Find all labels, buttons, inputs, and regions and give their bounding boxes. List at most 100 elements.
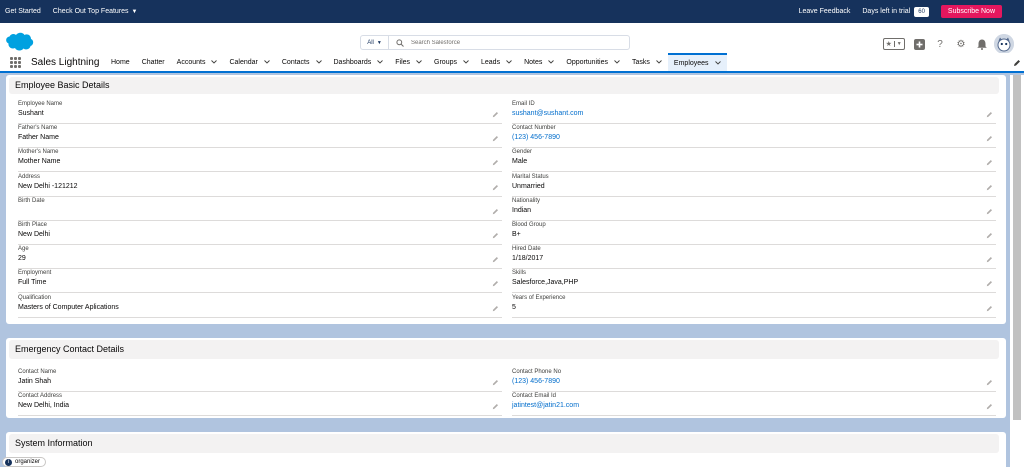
nav-tab-files[interactable]: Files [389, 53, 428, 71]
field-nationality: Nationality Indian [512, 197, 996, 221]
edit-pencil-icon[interactable] [986, 111, 993, 118]
field-value: B+ [512, 231, 521, 238]
subscribe-button[interactable]: Subscribe Now [940, 5, 1002, 18]
nav-tab-home[interactable]: Home [105, 53, 136, 71]
organizer-badge[interactable]: i organizer [2, 457, 47, 467]
emergency-contact-card: Emergency Contact Details Contact Name Ja… [6, 338, 1006, 418]
edit-pencil-icon[interactable] [492, 280, 499, 287]
edit-pencil-icon[interactable] [986, 379, 993, 386]
search-icon [396, 38, 405, 47]
bell-icon[interactable] [975, 37, 989, 51]
leave-feedback-link[interactable]: Leave Feedback [799, 8, 851, 15]
section-title-basic[interactable]: Employee Basic Details [9, 77, 999, 94]
edit-pencil-icon[interactable] [986, 208, 993, 215]
edit-nav-icon[interactable] [1013, 59, 1021, 67]
scrollbar[interactable] [1013, 75, 1021, 420]
chevron-down-icon[interactable] [656, 60, 662, 64]
nav-tab-notes[interactable]: Notes [518, 53, 560, 71]
nav-tab-calendar[interactable]: Calendar [223, 53, 275, 71]
avatar[interactable] [994, 34, 1014, 54]
edit-pencil-icon[interactable] [492, 305, 499, 312]
search-scope-select[interactable]: All ▼ [361, 36, 389, 49]
edit-pencil-icon[interactable] [986, 135, 993, 142]
field-value[interactable]: (123) 456-7890 [512, 378, 560, 385]
field-label: Mother's Name [18, 149, 59, 156]
nav-tab-leads[interactable]: Leads [475, 53, 518, 71]
nav-tab-employees[interactable]: Employees [667, 53, 727, 71]
chevron-down-icon[interactable] [377, 60, 384, 64]
app-nav-bar: Sales Lightning Home Chatter Accounts Calen… [0, 53, 1024, 73]
nav-tab-opportunities[interactable]: Opportunities [560, 53, 626, 71]
help-icon[interactable]: ? [933, 37, 947, 51]
edit-pencil-icon[interactable] [986, 280, 993, 287]
trial-bar: Get Started Check Out Top Features ▼ Leav… [0, 0, 1024, 23]
field-label: Contact Email Id [512, 393, 557, 400]
nav-tab-label: Employees [673, 59, 709, 67]
nav-tab-accounts[interactable]: Accounts [171, 53, 224, 71]
edit-pencil-icon[interactable] [492, 135, 499, 142]
edit-pencil-icon[interactable] [986, 159, 993, 166]
field-value[interactable]: sushant@sushant.com [512, 110, 583, 117]
section-title-system[interactable]: System Information [9, 434, 999, 453]
nav-tab-label: Opportunities [566, 58, 609, 66]
days-left-count: 60 [914, 6, 929, 17]
nav-tab-chatter[interactable]: Chatter [136, 53, 171, 71]
favorites-button[interactable]: ★ ▼ [883, 38, 905, 50]
field-employee-name: Employee Name Sushant [18, 100, 502, 124]
chevron-down-icon[interactable] [315, 60, 322, 64]
field-skills: Skills Salesforce,Java,PHP [512, 269, 996, 294]
field-label: Gender [512, 149, 533, 156]
nav-tab-label: Chatter [141, 58, 165, 66]
edit-pencil-icon[interactable] [492, 403, 499, 410]
edit-pencil-icon[interactable] [986, 232, 993, 239]
nav-tab-label: Contacts [281, 58, 310, 66]
nav-tab-groups[interactable]: Groups [428, 53, 475, 71]
search-input[interactable] [411, 39, 611, 46]
global-header: All▼ ★▼ ? ⚙ [0, 23, 1024, 54]
field-employment: Employment Full Time [18, 269, 502, 294]
edit-pencil-icon[interactable] [492, 159, 499, 166]
edit-pencil-icon[interactable] [492, 256, 499, 263]
section-title-emergency[interactable]: Emergency Contact Details [9, 340, 999, 359]
field-value[interactable]: jatintest@jatin21.com [512, 402, 579, 409]
top-features-menu[interactable]: Check Out Top Features ▼ [53, 8, 138, 15]
nav-tab-dashboards[interactable]: Dashboards [328, 53, 390, 71]
nav-tab-label: Groups [434, 58, 457, 66]
edit-pencil-icon[interactable] [492, 232, 499, 239]
chevron-down-icon[interactable] [264, 60, 270, 64]
edit-pencil-icon[interactable] [986, 403, 993, 410]
field-label: Skills [512, 270, 527, 277]
edit-pencil-icon[interactable] [986, 256, 993, 263]
chevron-down-icon[interactable] [614, 60, 620, 64]
edit-pencil-icon[interactable] [492, 111, 499, 118]
salesforce-logo[interactable] [4, 32, 34, 52]
gear-icon[interactable]: ⚙ [954, 37, 968, 51]
edit-pencil-icon[interactable] [986, 184, 993, 191]
nav-tab-label: Calendar [229, 58, 258, 66]
app-launcher-icon[interactable] [10, 57, 21, 68]
chevron-down-icon[interactable] [463, 60, 469, 64]
field-label: Marital Status [512, 173, 549, 180]
field-value[interactable]: (123) 456-7890 [512, 134, 560, 141]
global-actions-icon[interactable] [912, 37, 926, 51]
field-father-s-name: Father's Name Father Name [18, 124, 502, 149]
chevron-down-icon[interactable] [548, 60, 555, 64]
field-value: New Delhi, India [18, 402, 69, 410]
chevron-down-icon[interactable] [714, 61, 721, 65]
nav-tab-tasks[interactable]: Tasks [626, 53, 668, 71]
get-started-link[interactable]: Get Started [5, 8, 41, 15]
edit-pencil-icon[interactable] [492, 184, 499, 191]
caret-down-icon: ▼ [893, 41, 905, 47]
search-scope-label: All [367, 39, 374, 46]
nav-tab-label: Home [111, 58, 130, 66]
chevron-down-icon[interactable] [416, 60, 422, 64]
field-value: Mother Name [18, 158, 61, 166]
chevron-down-icon[interactable] [506, 60, 512, 64]
edit-pencil-icon[interactable] [492, 208, 499, 215]
edit-pencil-icon[interactable] [492, 379, 499, 386]
nav-tab-contacts[interactable]: Contacts [276, 53, 328, 71]
edit-pencil-icon[interactable] [986, 305, 993, 312]
header-icons: ★ ▼ ? ⚙ [883, 34, 1014, 54]
caret-down-icon: ▼ [131, 9, 138, 15]
chevron-down-icon[interactable] [211, 60, 218, 64]
